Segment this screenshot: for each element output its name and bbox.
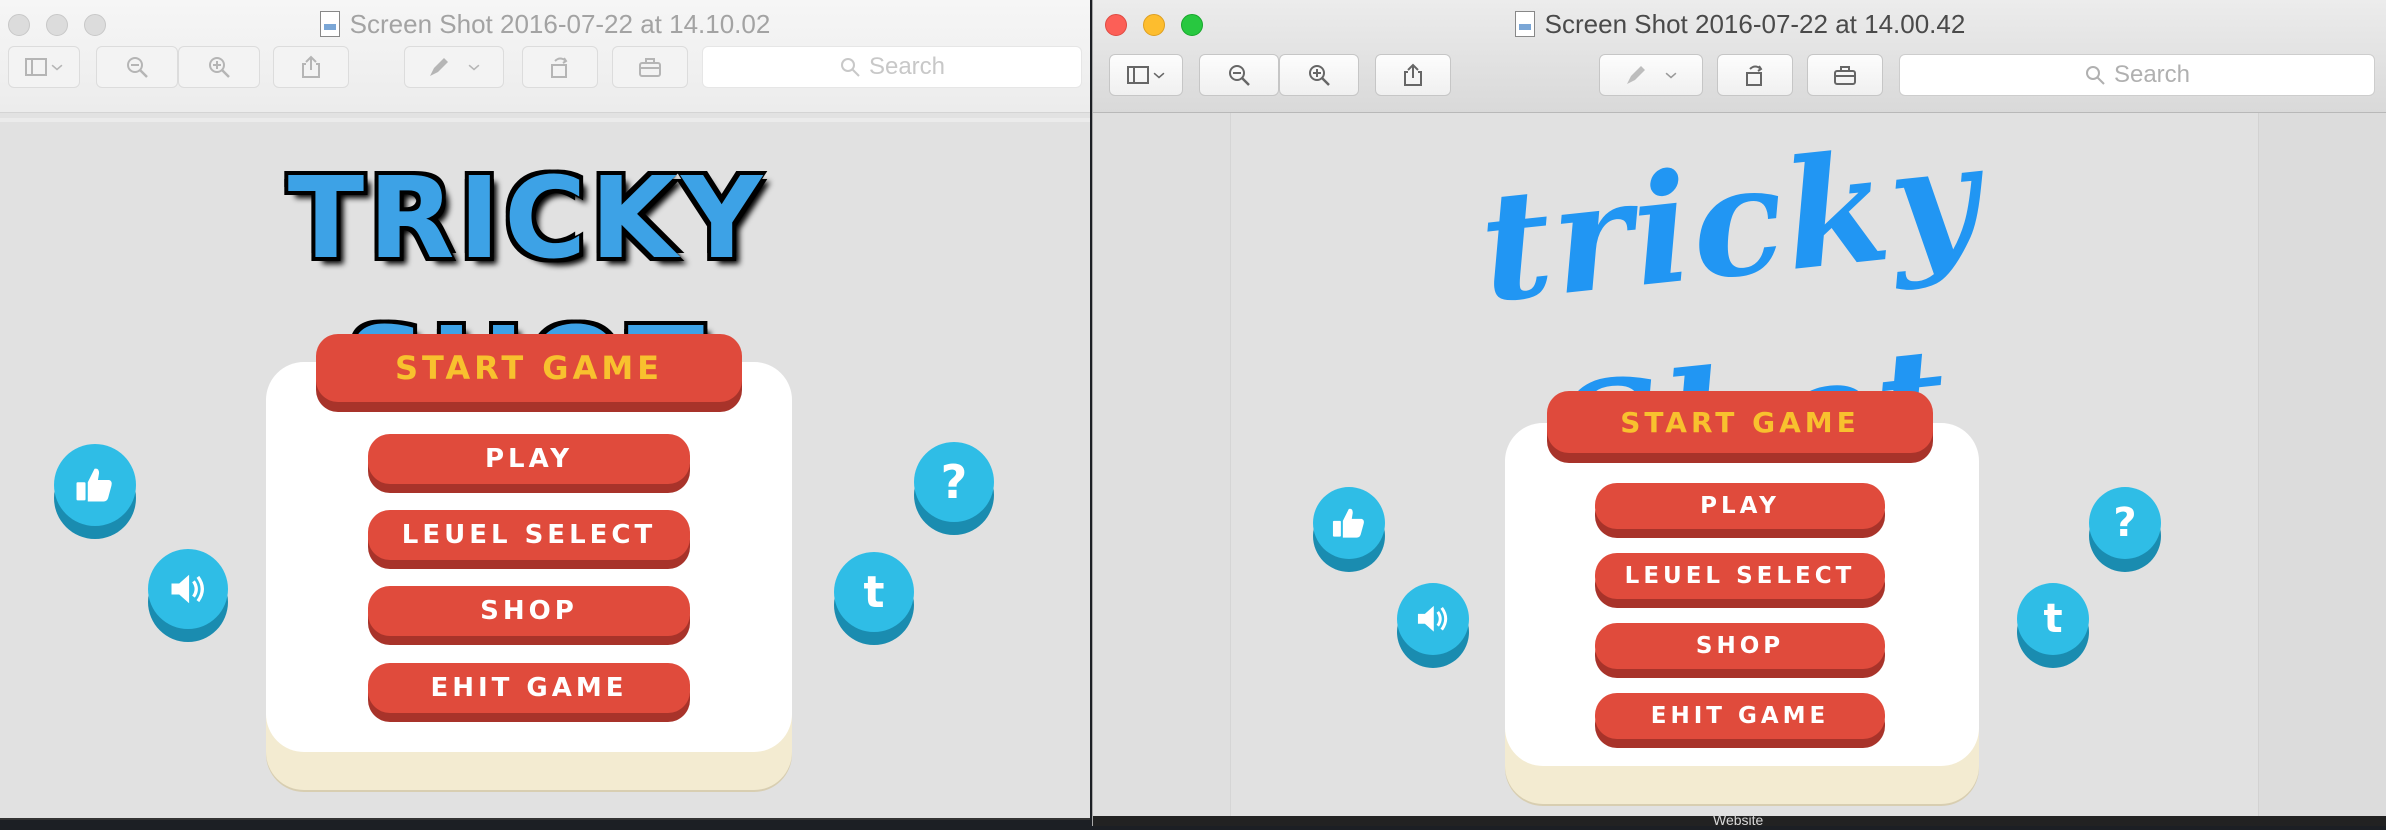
sidebar-toggle-button[interactable] [8, 46, 80, 88]
toolbox-button[interactable] [612, 46, 688, 88]
taskbar-label: Website [1713, 812, 1764, 826]
twitter-button[interactable]: t [834, 552, 914, 632]
chevron-down-icon [468, 64, 480, 71]
sidebar-icon [25, 58, 47, 76]
zoom-out-button[interactable] [96, 46, 178, 88]
start-game-button[interactable]: START GAME [1547, 391, 1933, 453]
markup-button[interactable] [1599, 54, 1703, 96]
sound-button[interactable] [1397, 583, 1469, 655]
document-icon [319, 11, 340, 37]
toolbox-icon [639, 58, 661, 77]
help-button[interactable]: ? [2089, 487, 2161, 559]
rotate-button[interactable] [522, 46, 598, 88]
document-view: TRICKY SHOT START GAME PLAY LEUEL SELECT… [0, 118, 1090, 818]
speaker-icon [171, 574, 204, 604]
document-view: tricky Shot START GAME PLAY LEUEL SELECT… [1093, 110, 2386, 826]
search-field[interactable]: Search [702, 46, 1082, 88]
chevron-down-icon [51, 64, 63, 71]
page-margin-left [1093, 113, 1231, 826]
share-button[interactable] [1375, 54, 1451, 96]
titlebar[interactable]: Screen Shot 2016-07-22 at 14.00.42 Searc… [1093, 0, 2386, 113]
share-icon [1404, 63, 1422, 86]
twitter-icon: t [863, 566, 885, 618]
zoom-out-icon [1229, 65, 1250, 86]
rotate-button[interactable] [1717, 54, 1793, 96]
chevron-down-icon [1153, 72, 1165, 79]
help-icon: ? [2113, 500, 2137, 546]
level-select-button[interactable]: LEUEL SELECT [368, 510, 690, 560]
window-title: Screen Shot 2016-07-22 at 14.10.02 [0, 4, 1090, 44]
zoom-out-icon [127, 57, 148, 78]
help-button[interactable]: ? [914, 442, 994, 522]
twitter-icon: t [2043, 596, 2063, 642]
start-game-button[interactable]: START GAME [316, 334, 742, 402]
shop-button[interactable]: SHOP [1595, 623, 1885, 669]
share-button[interactable] [273, 46, 349, 88]
help-icon: ? [940, 455, 968, 509]
markup-pen-icon [1627, 66, 1645, 84]
thumbs-up-icon [76, 469, 113, 502]
titlebar[interactable]: Screen Shot 2016-07-22 at 14.10.02 Searc… [0, 0, 1090, 113]
zoom-in-button[interactable] [178, 46, 260, 88]
window-title: Screen Shot 2016-07-22 at 14.00.42 [1093, 4, 2386, 44]
play-button[interactable]: PLAY [1595, 483, 1885, 529]
zoom-out-button[interactable] [1199, 54, 1279, 96]
like-button[interactable] [54, 444, 136, 526]
toolbox-icon [1834, 66, 1856, 85]
sidebar-icon [1127, 66, 1149, 84]
twitter-button[interactable]: t [2017, 583, 2089, 655]
document-icon [1514, 11, 1535, 37]
markup-pen-icon [430, 58, 448, 76]
thumbs-up-icon [1333, 508, 1365, 538]
search-placeholder: Search [868, 53, 946, 80]
rotate-icon [1746, 65, 1763, 86]
zoom-in-button[interactable] [1279, 54, 1359, 96]
like-button[interactable] [1313, 487, 1385, 559]
sidebar-toggle-button[interactable] [1109, 54, 1183, 96]
page-margin-right [2258, 113, 2386, 826]
speaker-icon [1418, 606, 1448, 632]
exit-game-button[interactable]: EHIT GAME [368, 663, 690, 713]
preview-window-active[interactable]: Screen Shot 2016-07-22 at 14.00.42 Searc… [1092, 0, 2386, 826]
search-icon [840, 58, 860, 77]
game-logo: TRICKY SHOT [287, 154, 767, 434]
desktop-background-strip: Website [1093, 812, 2386, 826]
preview-window-inactive[interactable]: Screen Shot 2016-07-22 at 14.10.02 Searc… [0, 0, 1090, 820]
zoom-in-icon [209, 57, 230, 78]
zoom-in-icon [1309, 65, 1330, 86]
toolbar: Search [8, 46, 1090, 90]
markup-button[interactable] [404, 46, 504, 88]
level-select-button[interactable]: LEUEL SELECT [1595, 553, 1885, 599]
share-icon [302, 55, 320, 78]
shop-button[interactable]: SHOP [368, 586, 690, 636]
chevron-down-icon [1665, 72, 1677, 79]
toolbar: Search [1109, 54, 2386, 98]
rotate-icon [551, 57, 568, 78]
game-logo: tricky Shot [1472, 109, 1989, 531]
search-field[interactable]: Search [1899, 54, 2375, 96]
exit-game-button[interactable]: EHIT GAME [1595, 693, 1885, 739]
sound-button[interactable] [148, 549, 228, 629]
play-button[interactable]: PLAY [368, 434, 690, 484]
toolbox-button[interactable] [1807, 54, 1883, 96]
search-placeholder: Search [2113, 61, 2191, 88]
